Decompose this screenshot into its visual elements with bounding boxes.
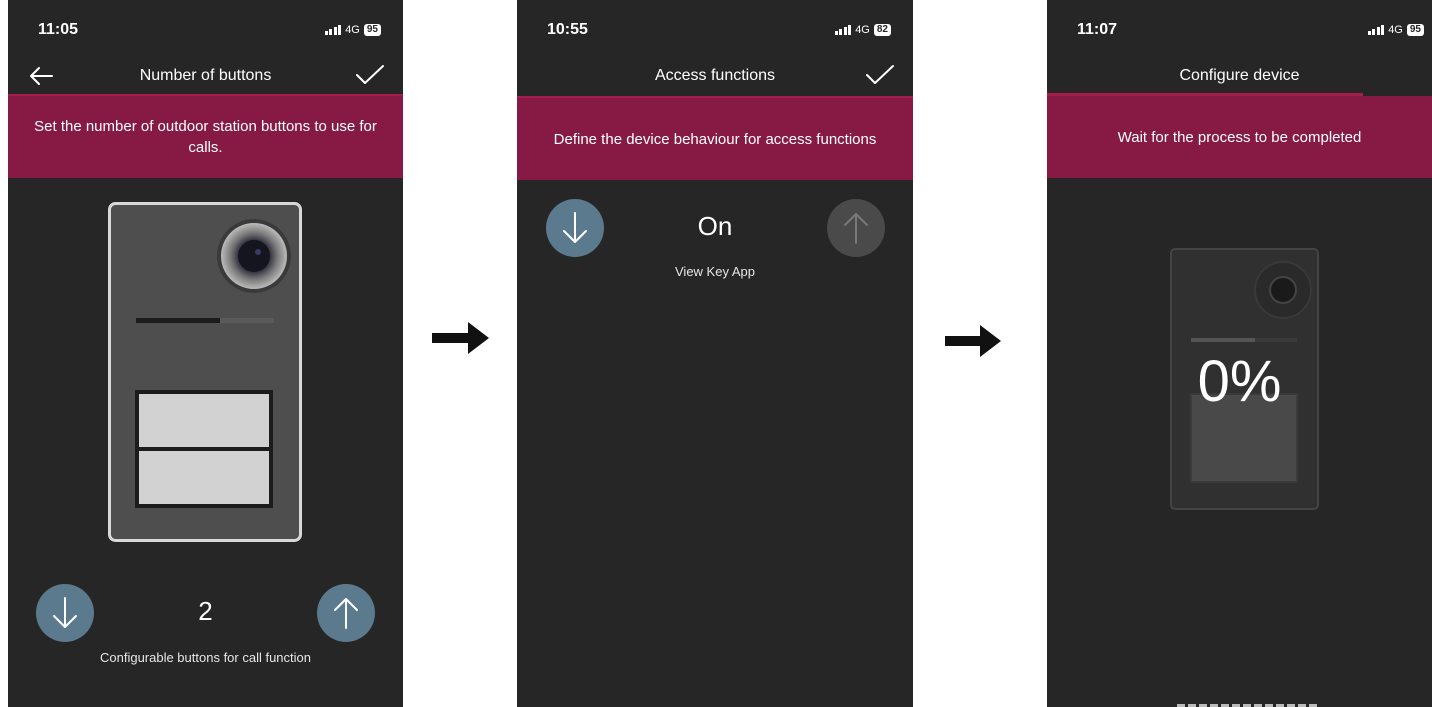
- status-bar: 11:05 4G 95: [8, 0, 403, 50]
- instruction-banner: Wait for the process to be completed: [1047, 96, 1432, 178]
- nav-bar: Access functions: [517, 55, 913, 95]
- signal-icon: [834, 25, 852, 35]
- checkmark-icon[interactable]: [355, 64, 385, 86]
- flow-arrow-icon: [432, 322, 489, 354]
- network-label: 4G: [345, 24, 360, 36]
- progress-percent: 0%: [1197, 349, 1282, 414]
- status-time: 10:55: [547, 21, 588, 38]
- arrow-up-icon: [334, 598, 358, 629]
- instruction-banner: Define the device behaviour for access f…: [517, 98, 913, 180]
- instruction-text: Define the device behaviour for access f…: [553, 130, 877, 148]
- status-bar: 11:07 4G 95: [1047, 0, 1432, 50]
- value-caption: Configurable buttons for call function: [99, 650, 311, 665]
- page-title: Access functions: [654, 67, 776, 84]
- battery-icon: 95: [1406, 24, 1424, 36]
- screen-number-of-buttons: 11:05 4G 95 Number of buttons Set the nu…: [8, 0, 403, 707]
- battery-icon: 82: [873, 24, 891, 36]
- checkmark-icon[interactable]: [865, 64, 895, 86]
- instruction-text: Set the number of outdoor station button…: [34, 118, 377, 156]
- signal-icon: [324, 25, 342, 35]
- button-count-value: 2: [198, 596, 213, 626]
- screen-access-functions: 10:55 4G 82 Access functions Define the …: [517, 0, 913, 707]
- status-indicators: 4G 95: [1367, 24, 1424, 36]
- network-label: 4G: [1388, 24, 1403, 36]
- nav-bar: Configure device: [1047, 55, 1432, 95]
- page-title: Number of buttons: [139, 67, 272, 84]
- status-indicators: 4G 82: [834, 24, 891, 36]
- value-caption: View Key App: [675, 264, 755, 279]
- screen-configure-device: 11:07 4G 95 Configure device Wait for th…: [1047, 0, 1432, 707]
- decrease-button[interactable]: [36, 584, 94, 642]
- arrow-down-icon: [53, 597, 77, 628]
- status-bar: 10:55 4G 82: [517, 0, 913, 50]
- access-function-value: On: [697, 211, 733, 241]
- instruction-banner: Set the number of outdoor station button…: [8, 96, 403, 178]
- increase-button[interactable]: [317, 584, 375, 642]
- cropped-footer-text: [1177, 700, 1317, 707]
- status-indicators: 4G 95: [324, 24, 381, 36]
- status-time: 11:05: [38, 21, 79, 38]
- nav-bar: Number of buttons: [8, 55, 403, 95]
- outdoor-station-image: [108, 202, 302, 542]
- next-option-button[interactable]: [827, 199, 885, 257]
- status-time: 11:07: [1077, 21, 1118, 38]
- previous-option-button[interactable]: [546, 199, 604, 257]
- arrow-up-icon: [844, 213, 868, 244]
- battery-icon: 95: [363, 24, 381, 36]
- flow-arrow-icon: [945, 325, 1001, 357]
- signal-icon: [1367, 25, 1385, 35]
- network-label: 4G: [855, 24, 870, 36]
- page-title: Configure device: [1179, 67, 1300, 84]
- instruction-text: Wait for the process to be completed: [1117, 128, 1362, 146]
- arrow-down-icon: [563, 212, 587, 243]
